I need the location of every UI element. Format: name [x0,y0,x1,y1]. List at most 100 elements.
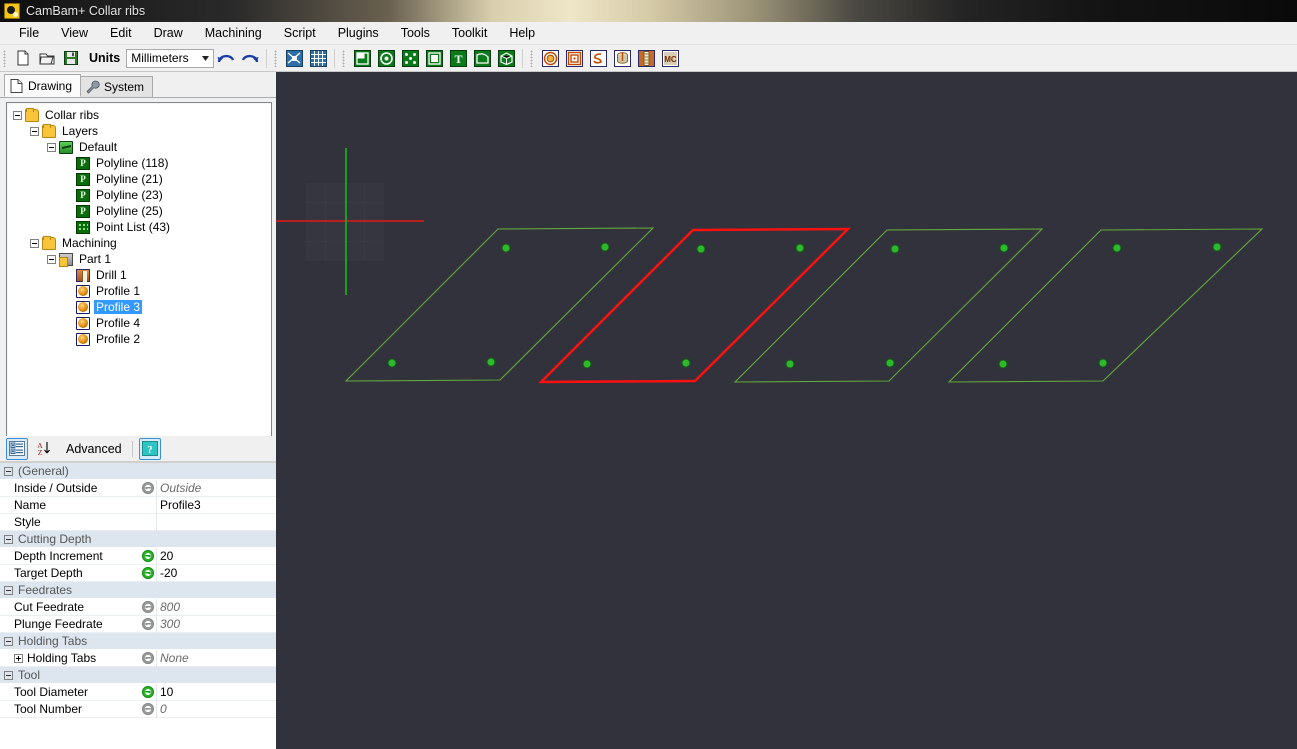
drill-point-marker[interactable] [885,358,895,368]
property-row-tool-diameter[interactable]: Tool Diameter 10 [0,683,276,701]
menu-item-file[interactable]: File [8,23,50,43]
category-expander-icon[interactable] [4,636,13,646]
property-value[interactable]: None [156,649,276,667]
drill-point-marker[interactable] [785,359,795,369]
property-value[interactable]: 10 [156,683,276,701]
tree-item-part-1[interactable]: Part 1 [13,251,271,267]
menu-item-view[interactable]: View [50,23,99,43]
drill-point-marker[interactable] [696,244,706,254]
menu-item-edit[interactable]: Edit [99,23,143,43]
pointlist-icon[interactable] [399,47,421,69]
value-inherited-arrow-icon[interactable] [140,652,156,664]
tree-item-collar-ribs[interactable]: Collar ribs [13,107,271,123]
rib-polyline-4[interactable] [947,228,1264,383]
expander-minus-icon[interactable] [30,238,39,248]
property-category-cutting-depth[interactable]: Cutting Depth [0,531,276,548]
property-row-target-depth[interactable]: Target Depth -20 [0,564,276,582]
expander-minus-icon[interactable] [13,110,22,120]
engrave-op-icon[interactable] [587,47,609,69]
tree-item-polyline-23[interactable]: P Polyline (23) [13,187,271,203]
property-category-feedrates[interactable]: Feedrates [0,582,276,599]
drill-point-marker[interactable] [600,242,610,252]
toolbar-grip-3[interactable] [342,49,346,67]
category-expander-icon[interactable] [4,534,13,544]
property-row-plunge-feedrate[interactable]: Plunge Feedrate 300 [0,615,276,633]
tree-item-polyline-21[interactable]: P Polyline (21) [13,171,271,187]
tree-item-drill-1[interactable]: Drill 1 [13,267,271,283]
subproperty-expander-icon[interactable] [14,653,23,663]
drill-point-marker[interactable] [999,243,1009,253]
pocket-op-icon[interactable] [563,47,585,69]
property-row-tool-number[interactable]: Tool Number 0 [0,700,276,718]
help-button[interactable]: ? [138,437,161,460]
new-file-icon[interactable] [12,47,34,69]
text-icon[interactable]: T [447,47,469,69]
profile-op-icon[interactable] [539,47,561,69]
rectangle-icon[interactable] [423,47,445,69]
value-set-arrow-icon[interactable] [140,550,156,562]
property-value[interactable]: 300 [156,615,276,633]
drill-point-marker[interactable] [486,357,496,367]
tree-item-polyline-118[interactable]: P Polyline (118) [13,155,271,171]
value-inherited-arrow-icon[interactable] [140,703,156,715]
drill-point-marker[interactable] [387,358,397,368]
drill-point-marker[interactable] [1112,243,1122,253]
tree-item-profile-4[interactable]: Profile 4 [13,315,271,331]
property-grid[interactable]: (General) Inside / Outside Outside Name Prof… [0,462,276,749]
value-set-arrow-icon[interactable] [140,567,156,579]
alphabetic-view-button[interactable]: A Z [34,438,56,460]
property-row-name[interactable]: Name Profile3 [0,496,276,514]
drill-point-marker[interactable] [501,243,511,253]
polyline-icon[interactable] [351,47,373,69]
property-value[interactable] [156,513,276,531]
units-combo[interactable]: Millimeters [126,48,215,68]
tab-drawing[interactable]: Drawing [4,74,82,97]
category-expander-icon[interactable] [4,585,13,595]
category-expander-icon[interactable] [4,466,13,476]
circle-icon[interactable] [375,47,397,69]
property-row-cut-feedrate[interactable]: Cut Feedrate 800 [0,598,276,616]
menu-item-machining[interactable]: Machining [194,23,273,43]
drill-point-marker[interactable] [582,359,592,369]
property-row-inside-outside[interactable]: Inside / Outside Outside [0,479,276,497]
property-value[interactable]: 800 [156,598,276,616]
expander-minus-icon[interactable] [47,254,56,264]
property-value[interactable]: Profile3 [156,496,276,514]
drill-point-marker[interactable] [1098,358,1108,368]
tree-item-profile-1[interactable]: Profile 1 [13,283,271,299]
expander-minus-icon[interactable] [30,126,39,136]
drill-tool-icon[interactable] [635,47,657,69]
cad-viewport[interactable] [276,72,1297,749]
open-file-icon[interactable] [36,47,58,69]
redo-icon[interactable] [239,47,261,69]
menu-item-help[interactable]: Help [498,23,546,43]
grid-icon[interactable] [307,47,329,69]
tree-item-polyline-25[interactable]: P Polyline (25) [13,203,271,219]
property-row-depth-increment[interactable]: Depth Increment 20 [0,547,276,565]
toolbar-grip-2[interactable] [274,49,278,67]
region-icon[interactable] [495,47,517,69]
value-set-arrow-icon[interactable] [140,686,156,698]
menu-item-tools[interactable]: Tools [390,23,441,43]
tree-item-machining[interactable]: Machining [13,235,271,251]
undo-icon[interactable] [215,47,237,69]
property-value[interactable]: Outside [156,479,276,497]
expander-minus-icon[interactable] [47,142,56,152]
tree-item-profile-3[interactable]: Profile 3 [13,299,271,315]
drill-point-marker[interactable] [890,244,900,254]
property-row-holding-tabs[interactable]: Holding Tabs None [0,649,276,667]
menu-item-script[interactable]: Script [273,23,327,43]
snap-icon[interactable] [283,47,305,69]
categorized-view-button[interactable] [6,437,28,460]
menu-item-toolkit[interactable]: Toolkit [441,23,498,43]
machining-post-icon[interactable]: MC [659,47,681,69]
tree-item-layers[interactable]: Layers [13,123,271,139]
drill-point-marker[interactable] [681,358,691,368]
drill-point-marker[interactable] [1212,242,1222,252]
tree-item-profile-2[interactable]: Profile 2 [13,331,271,347]
tree-item-default[interactable]: Default [13,139,271,155]
category-expander-icon[interactable] [4,670,13,680]
toolbar-grip-4[interactable] [530,49,534,67]
property-category-tool[interactable]: Tool [0,667,276,684]
property-category-holding-tabs[interactable]: Holding Tabs [0,633,276,650]
